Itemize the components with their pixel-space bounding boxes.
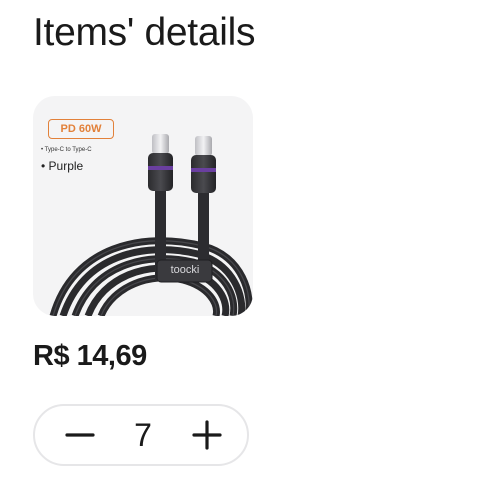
image-badge: PD 60W: [48, 119, 114, 139]
page-title: Items' details: [33, 11, 256, 54]
increase-quantity-button[interactable]: [184, 412, 230, 458]
product-image[interactable]: PD 60W • Type-C to Type-C • Purple toock…: [33, 96, 253, 316]
product-price: R$ 14,69: [33, 340, 147, 372]
image-spec-line: • Type-C to Type-C: [41, 147, 92, 153]
image-spec-line: • Purple: [41, 159, 84, 173]
quantity-value: 7: [134, 417, 152, 453]
decrease-quantity-button[interactable]: [57, 412, 103, 458]
image-brand-text: toocki: [170, 264, 200, 276]
plus-icon: [184, 412, 230, 458]
minus-icon: [57, 412, 103, 458]
quantity-stepper: 7: [33, 404, 249, 466]
